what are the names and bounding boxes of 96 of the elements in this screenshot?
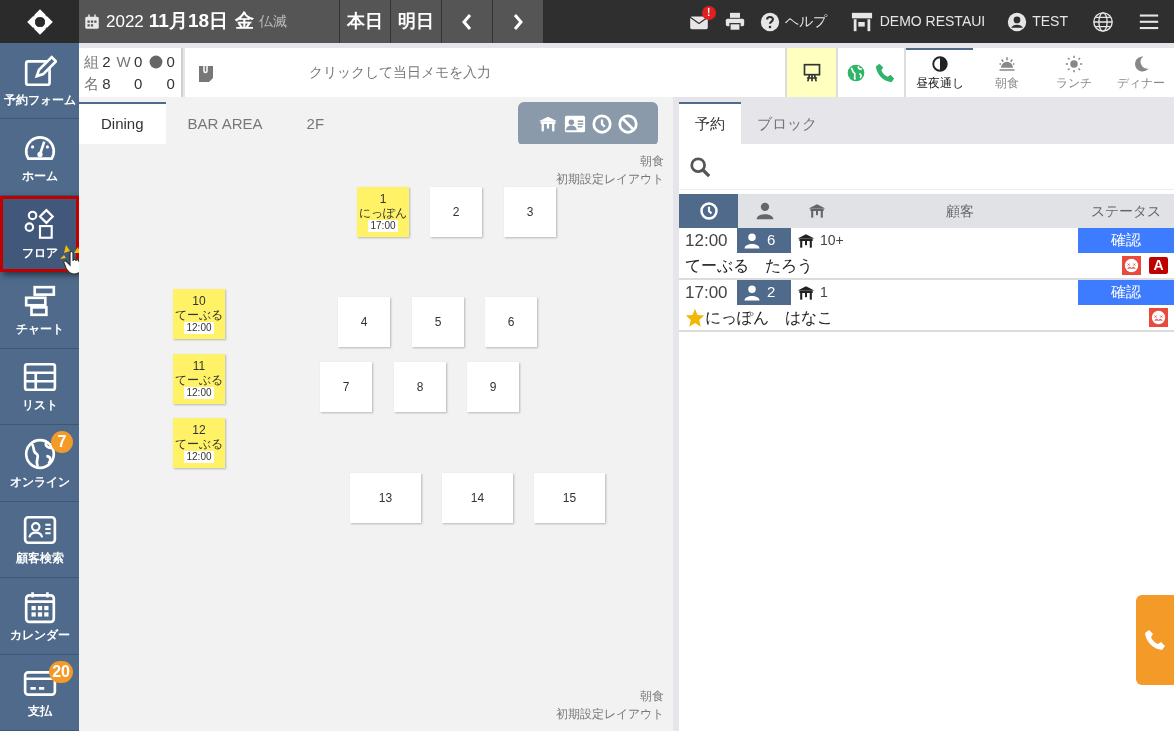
floor-table[interactable]: 7 <box>320 362 372 412</box>
summary-value: 0 <box>166 73 176 94</box>
summary-label: W <box>116 52 132 73</box>
floor-table[interactable]: 2 <box>430 187 482 237</box>
layout-toggle-button[interactable] <box>785 48 836 97</box>
clock-icon[interactable] <box>591 113 613 135</box>
letter-tag: A <box>1149 257 1168 274</box>
floor-tab[interactable]: BAR AREA <box>165 102 285 144</box>
help-link[interactable]: ヘルプ <box>784 11 827 32</box>
face-icon <box>1149 308 1168 327</box>
floor-table[interactable]: 5 <box>412 297 464 347</box>
prohibited-icon[interactable] <box>617 113 639 135</box>
floor-table[interactable]: 14 <box>442 473 513 523</box>
floor-table[interactable]: 11 てーぶる 12:00 <box>173 354 225 404</box>
phone-icon[interactable] <box>874 61 896 84</box>
chevron-right-icon <box>511 12 525 31</box>
sort-column-button[interactable] <box>679 194 738 228</box>
clock-icon <box>698 201 719 221</box>
notification-badge: ! <box>701 5 716 20</box>
floor-table[interactable]: 10 てーぶる 12:00 <box>173 289 225 339</box>
summary-label: 組 <box>84 52 100 73</box>
sidebar-item[interactable]: フロア <box>0 195 79 273</box>
weekday-text: 金 <box>235 9 255 34</box>
status-badge: 確認 <box>1078 280 1174 305</box>
star-icon <box>685 307 705 328</box>
floor-tab[interactable]: Dining <box>79 102 166 144</box>
printer-icon[interactable] <box>723 11 746 32</box>
store-name[interactable]: DEMO RESTAUI <box>879 11 986 32</box>
memo-input[interactable]: クリックして当日メモを入力 <box>215 62 585 83</box>
search-icon <box>689 155 711 178</box>
online-icon <box>22 436 57 471</box>
lunch-icon <box>1064 55 1083 73</box>
reservation-time: 12:00 <box>685 229 729 252</box>
summary-value: 8 <box>102 73 112 94</box>
layout-label: 初期設定レイアウト <box>556 171 664 188</box>
floor-table[interactable]: 4 <box>338 297 390 347</box>
status-badge: 確認 <box>1078 228 1174 253</box>
panel-tab[interactable]: ブロック <box>741 102 833 144</box>
logo-icon[interactable] <box>25 7 54 36</box>
summary-value: 0 <box>166 52 176 73</box>
calendar-icon <box>22 589 57 624</box>
floor-table[interactable]: 1 にっぽん 17:00 <box>357 187 409 237</box>
person-icon <box>743 231 761 250</box>
meal-period-tab[interactable]: ディナー <box>1107 48 1174 97</box>
panel-tab[interactable]: 予約 <box>679 102 741 144</box>
party-size-badge: 6 <box>737 228 791 253</box>
floor-table[interactable]: 13 <box>350 473 421 523</box>
face-icon <box>1122 256 1141 275</box>
reservation-row[interactable]: 17:00 2 1 確認 にっぽん はなこ <box>679 280 1174 332</box>
floor-table[interactable]: 6 <box>485 297 537 347</box>
person-icon <box>743 283 761 302</box>
chart-icon <box>22 284 57 319</box>
table-number: 10+ <box>820 231 844 250</box>
date-year: 2022 <box>106 10 144 33</box>
user-icon[interactable] <box>1007 11 1028 32</box>
help-icon[interactable] <box>759 11 780 32</box>
user-name[interactable]: TEST <box>1032 11 1068 32</box>
floor-icon <box>22 207 57 242</box>
allday-icon <box>930 55 949 73</box>
meal-period-tab[interactable]: 朝食 <box>973 48 1040 97</box>
phone-icon <box>1143 628 1167 652</box>
breakfast-icon <box>997 55 1016 73</box>
reservation-time: 17:00 <box>685 281 729 304</box>
count-badge: 7 <box>51 431 73 454</box>
person-icon <box>755 201 775 221</box>
customer-name: にっぽん はなこ <box>705 307 833 328</box>
column-header: 顧客 <box>946 201 974 221</box>
mail-icon[interactable] <box>687 13 710 30</box>
sidebar-item[interactable]: オンライン 7 <box>0 425 79 502</box>
count-badge: 20 <box>49 660 73 683</box>
floor-table[interactable]: 15 <box>534 473 605 523</box>
summary-value: 2 <box>102 52 112 73</box>
customer-name: てーぶる たろう <box>685 255 813 276</box>
floor-tab[interactable]: 2F <box>284 102 347 144</box>
floor-table[interactable]: 12 てーぶる 12:00 <box>173 418 225 468</box>
id-card-icon[interactable] <box>563 113 587 135</box>
table-number: 1 <box>820 283 828 302</box>
reservation-row[interactable]: 12:00 6 10+ 確認 てーぶる たろう A <box>679 228 1174 280</box>
layout-label: 初期設定レイアウト <box>556 706 664 723</box>
party-size-badge: 2 <box>737 280 791 305</box>
form-icon <box>22 54 57 89</box>
easel-icon <box>801 62 822 83</box>
column-header: ステータス <box>1091 201 1161 221</box>
layout-label: 朝食 <box>640 688 664 705</box>
meal-period-tab[interactable]: ランチ <box>1040 48 1107 97</box>
memo-field[interactable]: クリックして当日メモを入力 <box>185 48 785 97</box>
floor-table[interactable]: 9 <box>467 362 519 412</box>
chevron-left-icon <box>460 12 474 31</box>
date-text: 11月18日 <box>148 9 229 34</box>
summary-label: 名 <box>84 73 100 94</box>
floor-table[interactable]: 3 <box>504 187 556 237</box>
floor-table[interactable]: 8 <box>394 362 446 412</box>
summary-value: 0 <box>133 52 144 73</box>
layout-label: 朝食 <box>640 153 664 170</box>
rokuyo-text: 仏滅 <box>259 12 288 31</box>
summary-value: 0 <box>133 73 144 94</box>
